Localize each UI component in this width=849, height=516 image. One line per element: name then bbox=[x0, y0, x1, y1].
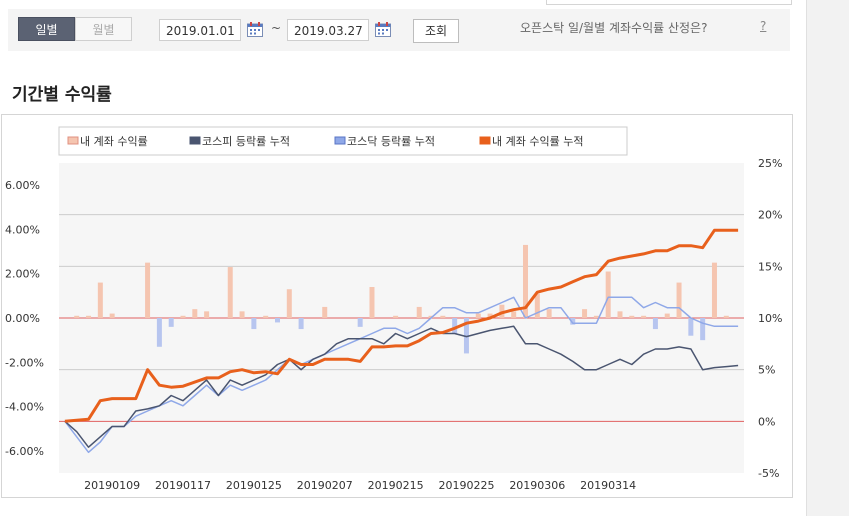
daily-return-bar bbox=[475, 313, 481, 318]
daily-return-bar bbox=[357, 318, 363, 327]
daily-return-bar bbox=[86, 315, 92, 318]
daily-return-bar bbox=[629, 315, 635, 318]
right-axis-tick-label: 25% bbox=[758, 157, 782, 170]
x-tick-label: 20190306 bbox=[509, 479, 565, 492]
legend-swatch bbox=[479, 136, 491, 145]
x-tick-label: 20190215 bbox=[368, 479, 424, 492]
daily-return-bar bbox=[74, 315, 80, 318]
left-axis-tick-label: -2.00% bbox=[5, 356, 44, 369]
daily-return-bar bbox=[251, 318, 257, 330]
daily-return-bar bbox=[641, 315, 647, 318]
daily-return-bar bbox=[180, 315, 186, 318]
tab-monthly[interactable]: 월별 bbox=[75, 17, 132, 41]
x-tick-label: 20190117 bbox=[155, 479, 211, 492]
daily-return-bar bbox=[664, 313, 670, 318]
calendar-icon[interactable] bbox=[247, 22, 263, 37]
daily-return-bar bbox=[652, 318, 658, 330]
toolbar: 일별 월별 2019.01.01 ~ 2019.03.27 조회 오픈스탁 일/… bbox=[8, 9, 790, 51]
daily-return-bar bbox=[676, 282, 682, 318]
left-axis-tick-label: 4.00% bbox=[5, 223, 40, 236]
daily-return-bar bbox=[369, 287, 375, 318]
legend-label: 내 계좌 수익률 누적 bbox=[492, 135, 583, 148]
x-tick-label: 20190109 bbox=[84, 479, 140, 492]
daily-return-bar bbox=[452, 318, 458, 334]
search-button[interactable]: 조회 bbox=[413, 19, 459, 43]
daily-return-bar bbox=[227, 267, 233, 318]
daily-return-bar bbox=[192, 309, 198, 318]
right-axis-tick-label: 5% bbox=[758, 364, 775, 377]
right-axis-tick-label: 15% bbox=[758, 260, 782, 273]
daily-return-bar bbox=[298, 318, 304, 330]
right-axis-tick-label: 10% bbox=[758, 312, 782, 325]
daily-return-bar bbox=[145, 262, 151, 318]
help-text: 오픈스탁 일/월별 계좌수익률 산정은? bbox=[520, 21, 708, 35]
daily-return-bar bbox=[582, 309, 588, 318]
x-tick-label: 20190207 bbox=[297, 479, 353, 492]
top-panel-edge bbox=[546, 0, 792, 5]
section-title: 기간별 수익률 bbox=[12, 85, 112, 105]
date-separator: ~ bbox=[271, 21, 282, 35]
daily-return-bar bbox=[204, 311, 210, 318]
legend-label: 내 계좌 수익률 bbox=[80, 135, 148, 148]
right-axis-tick-label: 20% bbox=[758, 209, 782, 222]
daily-return-bar bbox=[393, 315, 399, 318]
left-axis-tick-label: 6.00% bbox=[5, 179, 40, 192]
x-tick-label: 20190314 bbox=[580, 479, 636, 492]
daily-return-bar bbox=[605, 271, 611, 318]
left-axis-tick-label: 2.00% bbox=[5, 268, 40, 281]
start-date-input[interactable]: 2019.01.01 bbox=[159, 19, 241, 41]
legend-label: 코스닥 등락률 누적 bbox=[347, 135, 435, 148]
daily-return-bar bbox=[286, 289, 292, 318]
end-date-input[interactable]: 2019.03.27 bbox=[287, 19, 369, 41]
daily-return-bar bbox=[239, 311, 245, 318]
daily-return-bar bbox=[546, 309, 552, 318]
return-chart: 25% 20% 15% 10% 5% 0% -5% 6.00% 4.00% 2.00% 0.00% -… bbox=[5, 126, 782, 492]
legend-label: 코스피 등락률 누적 bbox=[202, 135, 290, 148]
left-axis-tick-label: 0.00% bbox=[5, 312, 40, 325]
daily-return-bar bbox=[711, 262, 717, 318]
chart-panel: 25% 20% 15% 10% 5% 0% -5% 6.00% 4.00% 2.00% 0.00% -… bbox=[1, 114, 793, 498]
daily-return-bar bbox=[688, 318, 694, 336]
x-tick-label: 20190125 bbox=[226, 479, 282, 492]
daily-return-bar bbox=[322, 306, 328, 318]
daily-return-bar bbox=[617, 311, 623, 318]
daily-return-bar bbox=[97, 282, 103, 318]
daily-return-bar bbox=[416, 306, 422, 318]
calendar-icon[interactable] bbox=[375, 22, 391, 37]
daily-return-bar bbox=[109, 313, 115, 318]
legend-swatch bbox=[67, 136, 79, 145]
daily-return-bar bbox=[440, 315, 446, 318]
daily-return-bar bbox=[156, 318, 162, 347]
legend-swatch bbox=[334, 136, 346, 145]
tab-daily[interactable]: 일별 bbox=[18, 17, 75, 41]
daily-return-bar bbox=[274, 318, 280, 323]
daily-return-bar bbox=[168, 318, 174, 327]
daily-return-bar bbox=[511, 311, 517, 318]
legend-swatch bbox=[189, 136, 201, 145]
left-axis-tick-label: -6.00% bbox=[5, 445, 44, 458]
x-tick-label: 20190225 bbox=[438, 479, 494, 492]
help-link[interactable]: ? bbox=[760, 19, 766, 33]
right-axis-tick-label: 0% bbox=[758, 415, 775, 428]
daily-return-bar bbox=[263, 315, 269, 318]
daily-return-bar bbox=[723, 315, 729, 318]
left-axis-tick-label: -4.00% bbox=[5, 401, 44, 414]
right-gutter bbox=[806, 0, 849, 516]
daily-return-bar bbox=[700, 318, 706, 341]
right-axis-tick-label: -5% bbox=[758, 467, 779, 480]
